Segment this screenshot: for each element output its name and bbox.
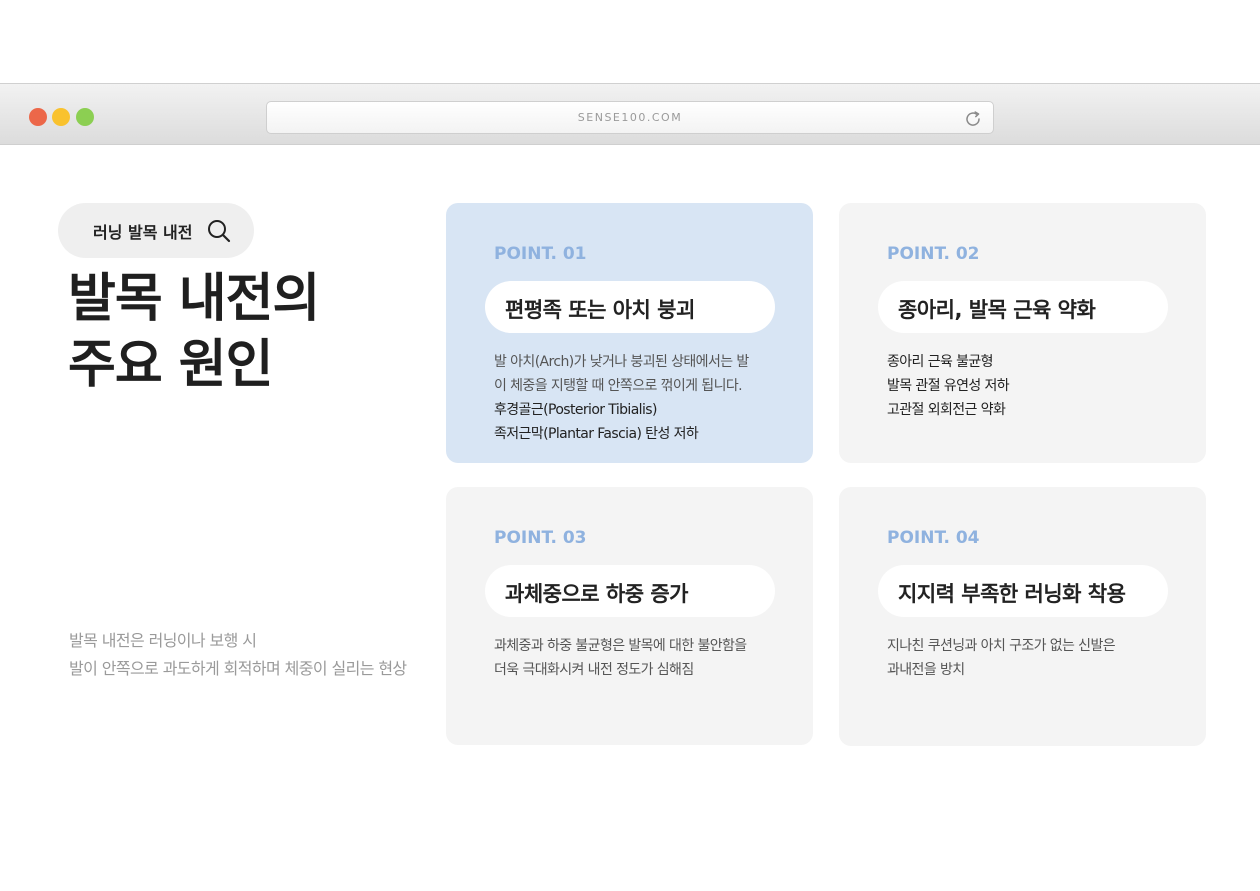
card-body-line: 종아리 근육 불균형 (887, 354, 994, 370)
page-title-line-1: 발목 내전의 (68, 269, 320, 329)
card-point-label: POINT. 03 (494, 528, 587, 548)
card-body-line: 족저근막(Plantar Fascia) 탄성 저하 (494, 426, 699, 442)
card-body: 지나친 쿠션닝과 아치 구조가 없는 신발은 과내전을 방치 (887, 634, 1116, 682)
cause-card-1[interactable]: POINT. 01 편평족 또는 아치 붕괴 발 아치(Arch)가 낮거나 붕… (446, 203, 813, 463)
cause-card-2[interactable]: POINT. 02 종아리, 발목 근육 약화 종아리 근육 불균형 발목 관절… (839, 203, 1206, 463)
card-heading: 편평족 또는 아치 붕괴 (505, 298, 695, 322)
card-heading-pill: 종아리, 발목 근육 약화 (878, 281, 1168, 333)
page-description: 발목 내전은 러닝이나 보행 시 발이 안쪽으로 과도하게 회적하며 체중이 실… (69, 627, 407, 683)
reload-icon[interactable] (963, 109, 983, 129)
card-body-line: 발 아치(Arch)가 낮거나 붕괴된 상태에서는 발 (494, 354, 749, 370)
page-title: 발목 내전의 주요 원인 (68, 266, 320, 398)
url-text: SENSE100.COM (577, 111, 683, 124)
top-whitespace (0, 0, 1260, 83)
minimize-window-button[interactable] (52, 108, 70, 126)
card-body: 발 아치(Arch)가 낮거나 붕괴된 상태에서는 발 이 체중을 지탱할 때 … (494, 350, 749, 446)
cause-card-4[interactable]: POINT. 04 지지력 부족한 러닝화 착용 지나친 쿠션닝과 아치 구조가… (839, 487, 1206, 746)
card-body: 종아리 근육 불균형 발목 관절 유연성 저하 고관절 외회전근 약화 (887, 350, 1010, 422)
description-line-2: 발이 안쪽으로 과도하게 회적하며 체중이 실리는 현상 (69, 659, 407, 678)
card-body-line: 과내전을 방치 (887, 662, 965, 678)
card-heading: 종아리, 발목 근육 약화 (898, 298, 1096, 322)
card-heading-pill: 과체중으로 하중 증가 (485, 565, 775, 617)
description-line-1: 발목 내전은 러닝이나 보행 시 (69, 631, 257, 650)
address-bar[interactable]: SENSE100.COM (266, 101, 994, 134)
card-heading: 지지력 부족한 러닝화 착용 (898, 582, 1126, 606)
search-icon[interactable] (206, 218, 232, 244)
card-body-line: 후경골근(Posterior Tibialis) (494, 402, 657, 418)
card-heading: 과체중으로 하중 증가 (505, 582, 689, 606)
card-heading-pill: 편평족 또는 아치 붕괴 (485, 281, 775, 333)
cause-card-3[interactable]: POINT. 03 과체중으로 하중 증가 과체중과 하중 불균형은 발목에 대… (446, 487, 813, 745)
close-window-button[interactable] (29, 108, 47, 126)
page-title-line-2: 주요 원인 (68, 335, 273, 395)
card-point-label: POINT. 02 (887, 244, 980, 264)
card-point-label: POINT. 04 (887, 528, 980, 548)
browser-toolbar: SENSE100.COM (0, 83, 1260, 145)
card-heading-pill: 지지력 부족한 러닝화 착용 (878, 565, 1168, 617)
search-tag[interactable]: 러닝 발목 내전 (58, 203, 254, 258)
maximize-window-button[interactable] (76, 108, 94, 126)
card-body-line: 더욱 극대화시켜 내전 정도가 심해짐 (494, 662, 694, 678)
card-body-line: 고관절 외회전근 약화 (887, 402, 1006, 418)
card-body-line: 지나친 쿠션닝과 아치 구조가 없는 신발은 (887, 638, 1116, 654)
card-body-line: 과체중과 하중 불균형은 발목에 대한 불안함을 (494, 638, 747, 654)
card-point-label: POINT. 01 (494, 244, 587, 264)
card-body: 과체중과 하중 불균형은 발목에 대한 불안함을 더욱 극대화시켜 내전 정도가… (494, 634, 747, 682)
card-body-line: 이 체중을 지탱할 때 안쪽으로 꺾이게 됩니다. (494, 378, 743, 394)
search-tag-label: 러닝 발목 내전 (93, 223, 193, 242)
card-body-line: 발목 관절 유연성 저하 (887, 378, 1010, 394)
